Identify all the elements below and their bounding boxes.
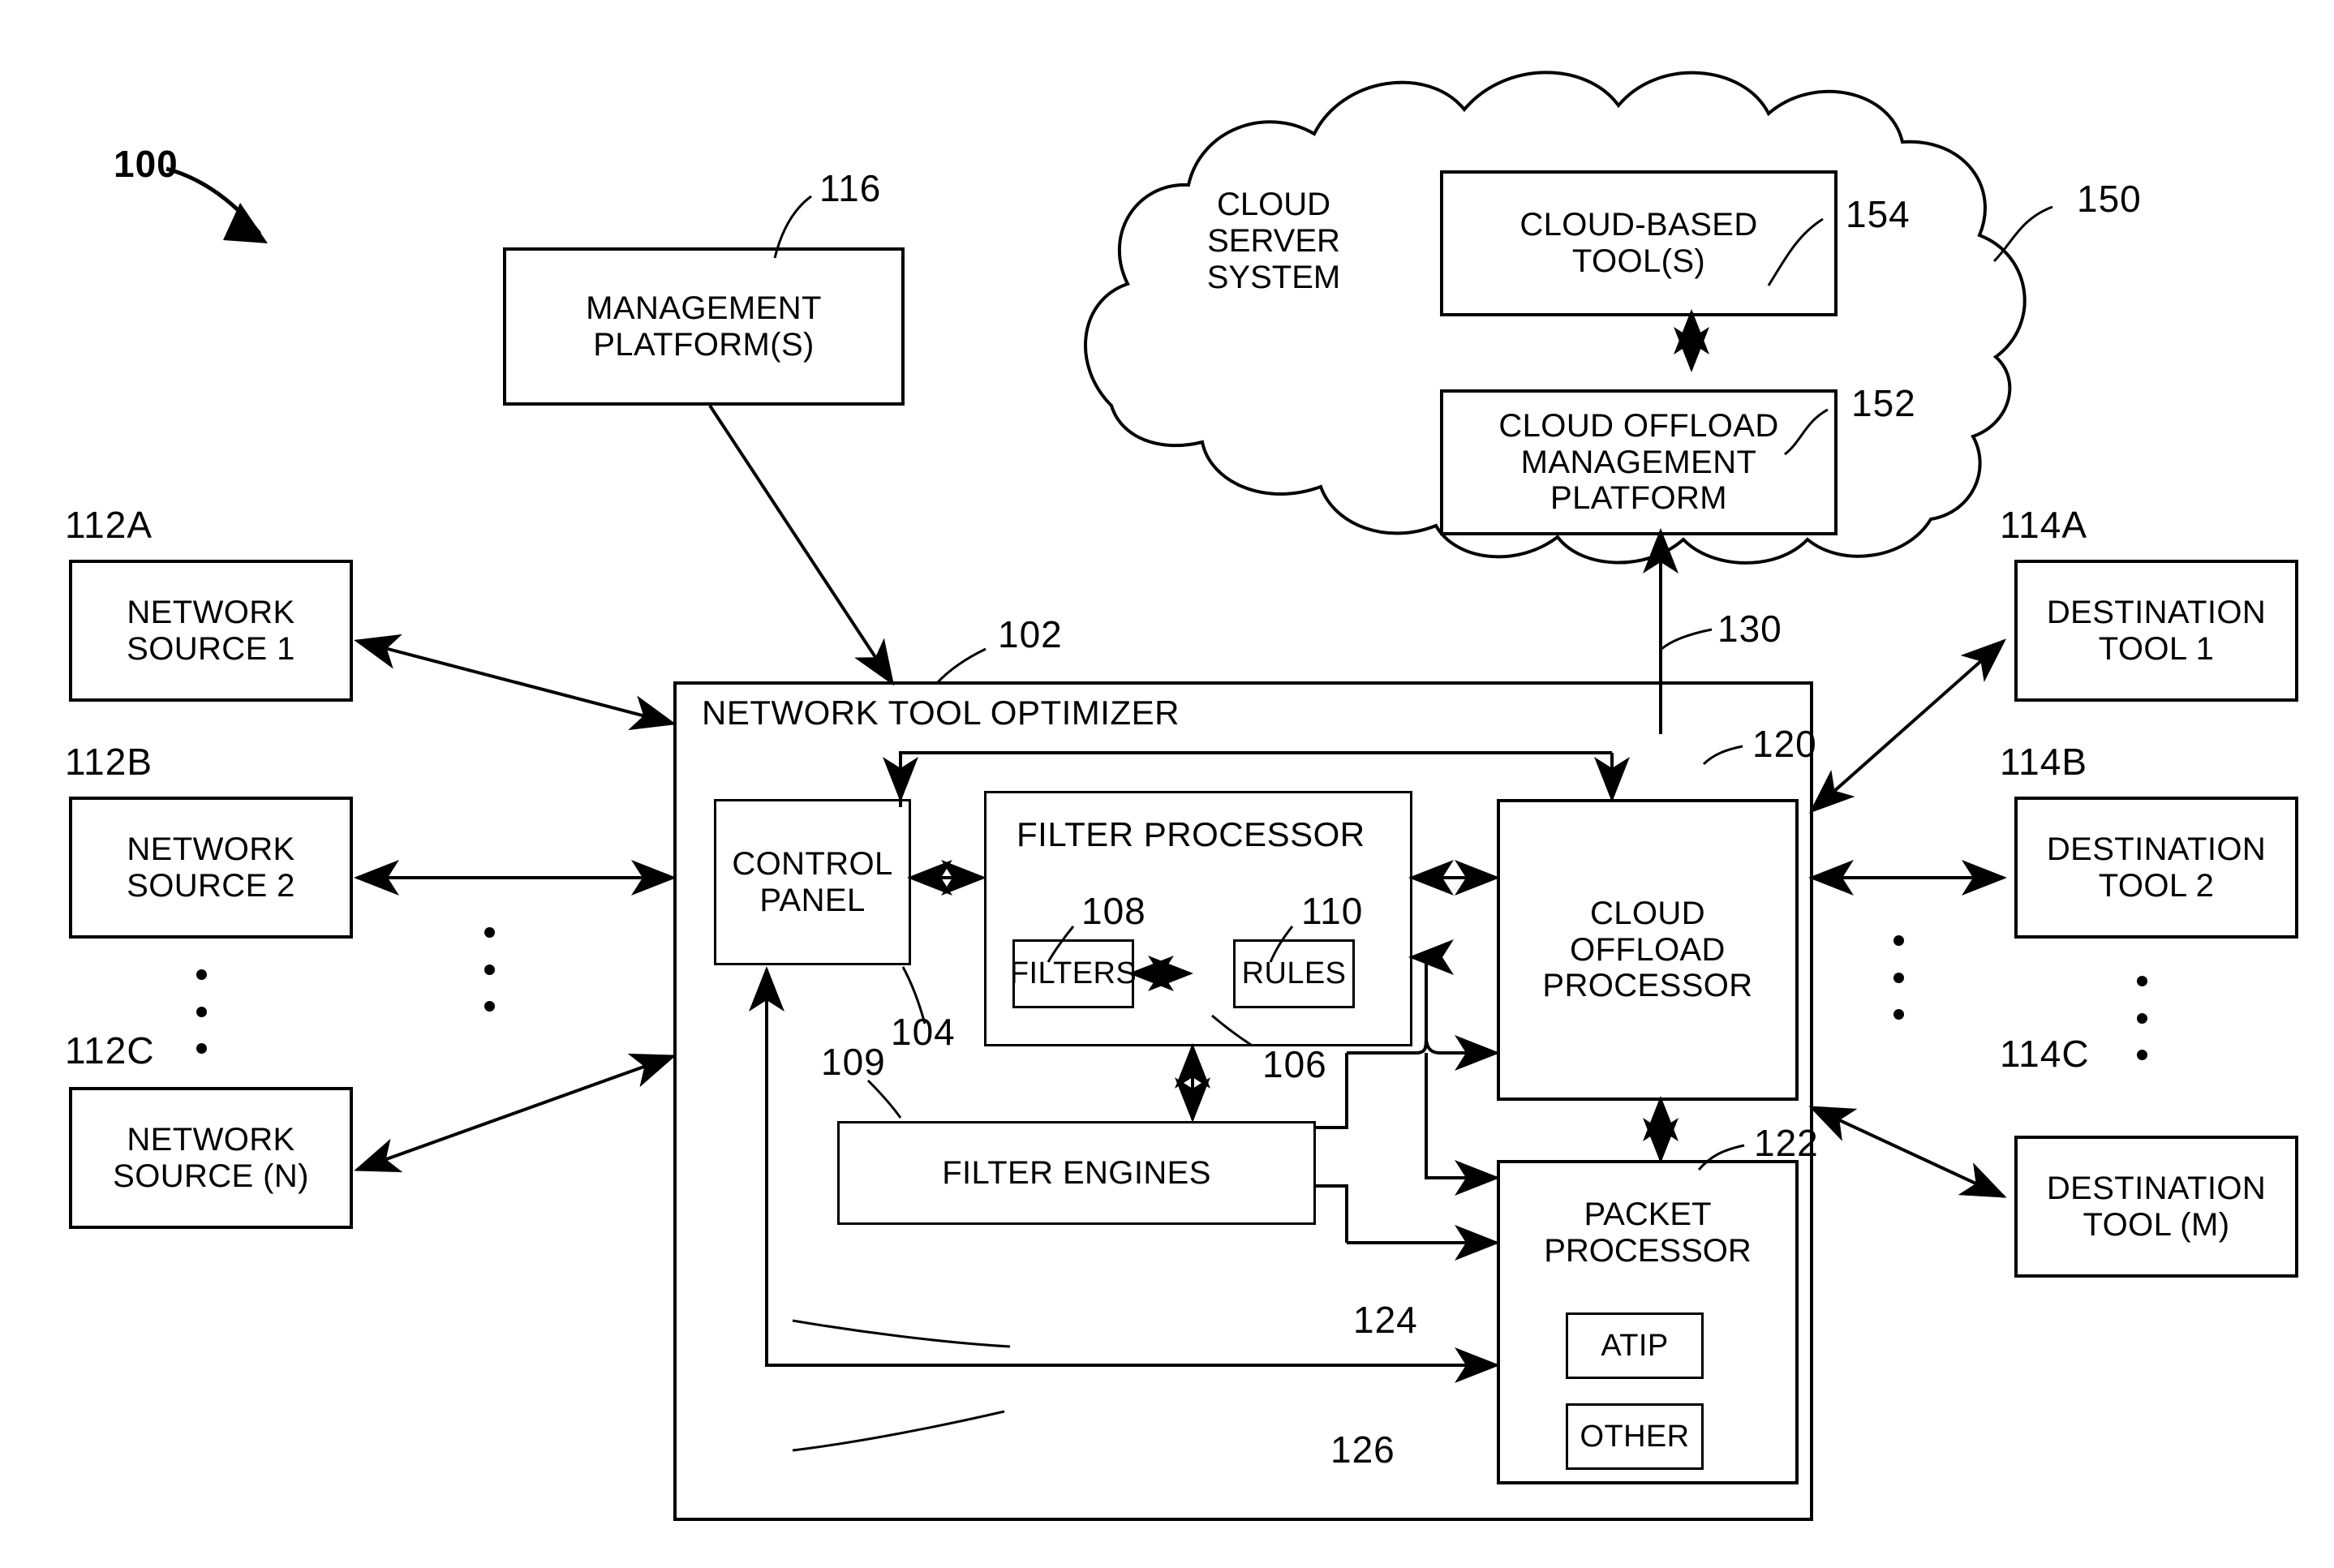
ellipsis-destination-tools: [2134, 965, 2150, 1071]
node-destination-tool-1-label: DESTINATION TOOL 1: [2046, 594, 2267, 667]
ref-150: 150: [2077, 178, 2142, 220]
ref-104: 104: [891, 1011, 956, 1053]
node-filters-label: FILTERS: [1009, 956, 1137, 991]
ref-114C: 114C: [2000, 1033, 2090, 1075]
node-control-panel[interactable]: CONTROL PANEL: [714, 799, 911, 965]
node-rules[interactable]: RULES: [1233, 939, 1355, 1008]
node-filter-engines-label: FILTER ENGINES: [942, 1154, 1211, 1191]
node-other[interactable]: OTHER: [1566, 1403, 1704, 1470]
node-destination-tool-1[interactable]: DESTINATION TOOL 1: [2014, 560, 2298, 702]
ref-116: 116: [819, 167, 882, 209]
ref-122: 122: [1754, 1122, 1819, 1164]
node-network-source-n[interactable]: NETWORK SOURCE (N): [69, 1087, 353, 1229]
node-cloud-offload-processor[interactable]: CLOUD OFFLOAD PROCESSOR: [1497, 799, 1799, 1101]
node-filter-engines[interactable]: FILTER ENGINES: [837, 1121, 1316, 1225]
node-destination-tool-m[interactable]: DESTINATION TOOL (M): [2014, 1136, 2298, 1278]
ref-114A: 114A: [2000, 504, 2088, 546]
node-control-panel-label: CONTROL PANEL: [732, 845, 893, 918]
figure-ref-100: 100: [114, 143, 178, 185]
node-cloud-based-tools[interactable]: CLOUD-BASED TOOL(S): [1440, 170, 1838, 316]
ellipsis-source-links: [481, 917, 497, 1022]
node-management-platform[interactable]: MANAGEMENT PLATFORM(S): [503, 247, 905, 406]
ref-114B: 114B: [2000, 741, 2088, 783]
node-network-source-n-label: NETWORK SOURCE (N): [113, 1121, 309, 1194]
node-management-platform-label: MANAGEMENT PLATFORM(S): [586, 290, 822, 363]
ref-120: 120: [1752, 723, 1817, 765]
ref-106: 106: [1262, 1043, 1327, 1085]
node-network-source-2[interactable]: NETWORK SOURCE 2: [69, 797, 353, 939]
ref-112B: 112B: [65, 741, 153, 783]
ref-109: 109: [821, 1041, 886, 1083]
ref-112A: 112A: [65, 504, 153, 546]
node-network-source-1[interactable]: NETWORK SOURCE 1: [69, 560, 353, 702]
ref-130: 130: [1717, 608, 1782, 650]
ref-110: 110: [1301, 890, 1364, 932]
node-cloud-based-tools-label: CLOUD-BASED TOOL(S): [1519, 207, 1758, 279]
node-filter-processor-label: FILTER PROCESSOR: [1017, 815, 1365, 853]
node-cloud-offload-management-platform[interactable]: CLOUD OFFLOAD MANAGEMENT PLATFORM: [1440, 389, 1838, 535]
node-network-source-2-label: NETWORK SOURCE 2: [127, 831, 295, 904]
node-cloud-offload-processor-label: CLOUD OFFLOAD PROCESSOR: [1542, 895, 1753, 1004]
ellipsis-network-sources: [193, 959, 209, 1064]
ref-108: 108: [1081, 890, 1146, 932]
node-filters[interactable]: FILTERS: [1009, 939, 1137, 1008]
node-cloud-server-system-label: CLOUD SERVER SYSTEM: [1206, 187, 1341, 295]
node-other-label: OTHER: [1580, 1419, 1690, 1454]
node-destination-tool-2[interactable]: DESTINATION TOOL 2: [2014, 797, 2298, 939]
node-rules-label: RULES: [1241, 956, 1347, 991]
ref-112C: 112C: [65, 1029, 155, 1072]
node-network-source-1-label: NETWORK SOURCE 1: [127, 594, 295, 667]
ref-152: 152: [1851, 382, 1916, 424]
ref-126: 126: [1330, 1428, 1395, 1471]
node-destination-tool-2-label: DESTINATION TOOL 2: [2046, 831, 2267, 904]
patent-figure-canvas: 100 MANAGEMENT PLATFORM(S) 116 CLOUD SER…: [0, 0, 2334, 1568]
node-atip-label: ATIP: [1601, 1328, 1669, 1363]
node-packet-processor-label: PACKET PROCESSOR: [1544, 1196, 1752, 1269]
ref-102: 102: [998, 613, 1063, 655]
ref-154: 154: [1846, 193, 1911, 235]
ellipsis-tool-links: [1890, 925, 1906, 1030]
node-network-tool-optimizer-label: NETWORK TOOL OPTIMIZER: [702, 694, 1180, 732]
node-atip[interactable]: ATIP: [1566, 1312, 1704, 1379]
node-cloud-offload-management-platform-label: CLOUD OFFLOAD MANAGEMENT PLATFORM: [1498, 407, 1779, 517]
ref-124: 124: [1353, 1299, 1418, 1341]
node-destination-tool-m-label: DESTINATION TOOL (M): [2046, 1170, 2267, 1243]
